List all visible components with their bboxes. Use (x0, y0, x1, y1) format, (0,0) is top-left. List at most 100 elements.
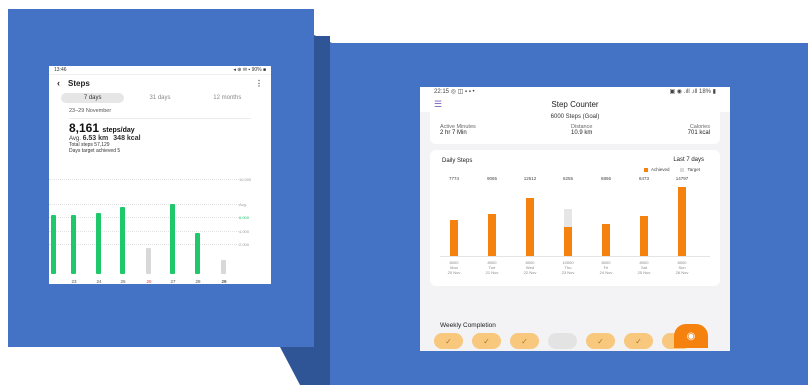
status-bar: 13:46 ◂ ⊕ ✉ ▪ 90% ■ (49, 66, 271, 75)
gridline (49, 231, 239, 232)
y-tick-label: Avg. (239, 202, 247, 207)
avg-kcal: 348 kcal (113, 135, 141, 142)
tab-31-days[interactable]: 31 days (128, 93, 191, 103)
step-bar[interactable] (195, 233, 200, 274)
step-counter-screen: 22:15 ◎ ◫ ▪ ▪ • ▣ ◉ .ıll .ıll 18% ▮ ☰ St… (420, 87, 730, 351)
achieved-bar[interactable] (678, 187, 686, 256)
backdrop-shadow (314, 36, 330, 348)
chart-baseline (440, 256, 710, 257)
step-bar[interactable] (71, 215, 76, 274)
metric-calories: Calories 701 kcal (688, 124, 710, 136)
step-bar[interactable] (96, 213, 101, 274)
x-tick-label: 10000 Thu 23 Nov (561, 260, 575, 275)
steps-unit: steps/day (102, 127, 135, 134)
average-row: Avg. 6.53 km 348 kcal (49, 135, 271, 142)
x-tick-label: 25 (120, 279, 126, 284)
legend-swatch-target (680, 167, 685, 172)
weekly-completion-row: ✓✓✓✓✓✓✓ (434, 333, 691, 349)
x-tick-label: 8000 Mon 20 Nov (447, 260, 461, 275)
x-tick-label: 26 (146, 279, 152, 284)
app-bar: ☰ Step Counter (420, 96, 730, 112)
day-completed-check-icon: ✓ (510, 333, 539, 349)
legend-achieved: Achieved (650, 167, 670, 172)
period-tabs: 7 days 31 days 12 months (49, 91, 271, 104)
chart-legend: Achieved Target (643, 167, 700, 172)
metric-value: 2 hr 7 Min (440, 130, 467, 136)
x-tick-label: 8000 Fri 24 Nov (599, 260, 613, 275)
tab-12-months[interactable]: 12 months (196, 93, 259, 103)
status-icons: ◂ ⊕ ✉ ▪ 90% ■ (233, 67, 266, 73)
x-tick-label: 24 (96, 279, 102, 284)
achieved-bar[interactable] (564, 227, 572, 256)
achieved-bar[interactable] (640, 216, 648, 256)
metric-distance: Distance 10.9 km (571, 124, 592, 136)
bar-value-label: 6866 (600, 176, 611, 181)
step-bar[interactable] (120, 207, 125, 274)
x-tick-label: 8000 Sun 26 Nov (675, 260, 689, 275)
day-completed-check-icon: ✓ (586, 333, 615, 349)
back-arrow-icon[interactable]: ‹ (57, 78, 60, 88)
status-bar: 22:15 ◎ ◫ ▪ ▪ • ▣ ◉ .ıll .ıll 18% ▮ (420, 87, 730, 96)
summary-card: 6000 Steps (Goal) Active Minutes 2 hr 7 … (430, 112, 720, 144)
tab-7-days[interactable]: 7 days (61, 92, 125, 103)
y-tick-label: 2,000 (239, 242, 250, 247)
step-bar[interactable] (51, 215, 56, 274)
date-range: 23–29 November (69, 108, 112, 114)
days-target: Days target achieved 5 (69, 148, 121, 154)
steps-value: 8,161 (69, 121, 100, 135)
y-tick-label: 6,000 (239, 215, 250, 220)
screenshot-stage: 13:46 ◂ ⊕ ✉ ▪ 90% ■ ‹ Steps ⋮ 7 days 31 … (0, 0, 808, 385)
bar-value-label: 14797 (675, 176, 689, 181)
achieved-bar[interactable] (526, 198, 534, 256)
bar-value-label: 8473 (638, 176, 649, 181)
bar-value-label: 7774 (448, 176, 459, 181)
page-title: Steps (68, 78, 90, 88)
x-tick-label: 8000 Tue 21 Nov (485, 260, 499, 275)
status-notification-icons: ◎ ◫ ▪ ▪ • (450, 89, 475, 95)
y-tick-label: 4,000 (239, 229, 250, 234)
status-time: 22:15 (434, 89, 450, 95)
x-tick-label: 29 (221, 279, 227, 284)
avg-km: 6.53 km (82, 135, 109, 142)
x-tick-label: 23 (71, 279, 77, 284)
x-tick-label: 8000 Wed 22 Nov (523, 260, 537, 275)
x-tick-label: 28 (195, 279, 201, 284)
x-tick-label: 8000 Sat 25 Nov (637, 260, 651, 275)
steps-per-day: 8,161 steps/day (49, 119, 271, 135)
backdrop-shadow-top (314, 35, 332, 43)
bar-value-label: 9065 (486, 176, 497, 181)
bar-value-label: 12512 (523, 176, 537, 181)
app-title: Step Counter (551, 99, 599, 109)
gridline (49, 204, 239, 205)
day-completed-check-icon: ✓ (434, 333, 463, 349)
y-tick-label: 10,000 (239, 177, 252, 182)
weekly-completion-title: Weekly Completion (440, 322, 496, 329)
weekly-steps-chart: 10,000 Avg. 6,000 4,000 2,000 23 24 25 26 27… (49, 177, 271, 284)
day-completed-check-icon: ✓ (624, 333, 653, 349)
legend-target: Target (687, 167, 700, 172)
status-time: 13:46 (54, 67, 67, 73)
gridline (49, 217, 239, 218)
goal-text: 6000 Steps (Goal) (550, 114, 600, 120)
fab-shoe-icon[interactable]: ◉ (674, 324, 708, 348)
achieved-bar[interactable] (450, 220, 458, 256)
achieved-bar[interactable] (602, 224, 610, 256)
step-bar[interactable] (146, 248, 151, 274)
achieved-bar[interactable] (488, 214, 496, 256)
legend-swatch-achieved (643, 167, 648, 172)
x-tick-label: 27 (170, 279, 176, 284)
step-bar[interactable] (170, 204, 175, 274)
steps-screen: 13:46 ◂ ⊕ ✉ ▪ 90% ■ ‹ Steps ⋮ 7 days 31 … (49, 66, 271, 284)
bar-value-label: 6255 (562, 176, 573, 181)
gridline (49, 179, 239, 180)
status-system-icons: ▣ ◉ .ıll .ıll 18% ▮ (669, 89, 716, 95)
step-bar[interactable] (221, 260, 226, 274)
steps-header: ‹ Steps ⋮ (49, 75, 271, 91)
gridline (49, 244, 239, 245)
daily-steps-card: Daily Steps Last 7 days Achieved Target … (430, 150, 720, 286)
chart-range-selector[interactable]: Last 7 days (673, 157, 704, 163)
more-options-icon[interactable]: ⋮ (255, 79, 263, 88)
metric-active-minutes: Active Minutes 2 hr 7 Min (440, 124, 476, 136)
menu-icon[interactable]: ☰ (434, 99, 444, 110)
chart-title: Daily Steps (442, 158, 473, 164)
